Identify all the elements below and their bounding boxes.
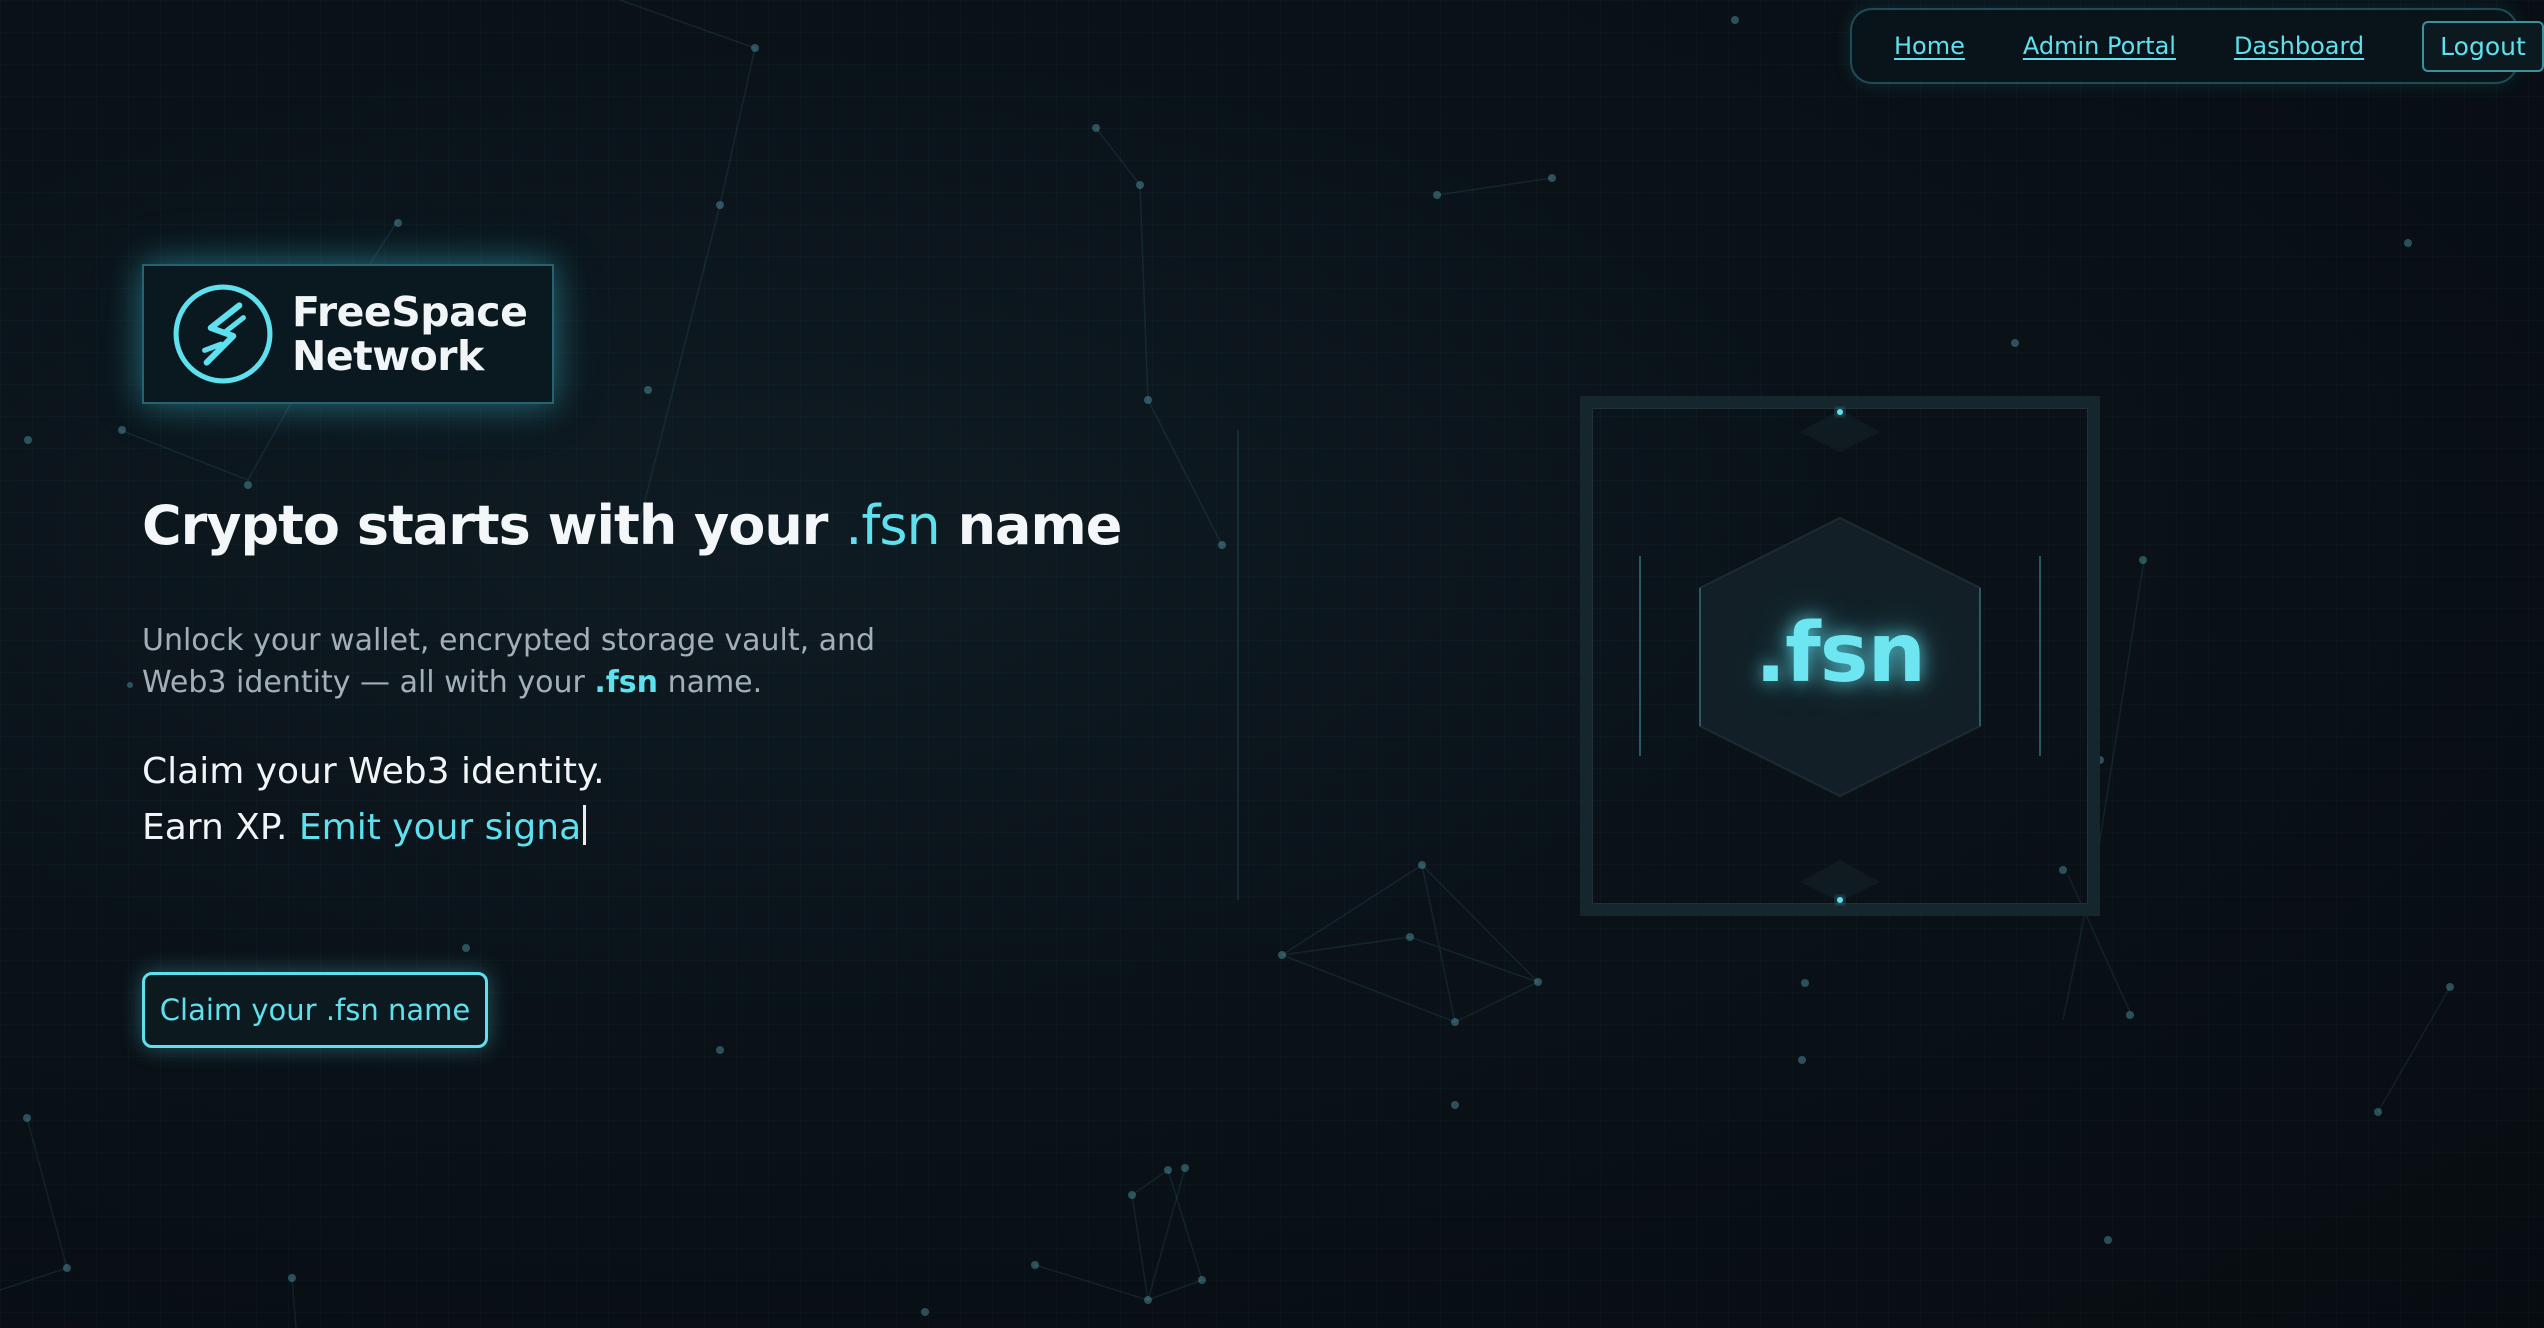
hero-title-accent: .fsn	[845, 494, 941, 557]
top-nav: Home Admin Portal Dashboard Logout	[1850, 8, 2544, 84]
hero-subtitle: Unlock your wallet, encrypted storage va…	[142, 620, 902, 704]
nav-home-link[interactable]: Home	[1894, 32, 1965, 60]
tagline-line2: Earn XP. Emit your signa	[142, 800, 605, 856]
claim-fsn-name-button[interactable]: Claim your .fsn name	[142, 972, 488, 1048]
typing-caret	[583, 805, 587, 845]
fsn-graphic-label: .fsn	[1754, 606, 1926, 701]
logout-button[interactable]: Logout	[2422, 20, 2544, 72]
brand-name-line2: Network	[292, 332, 484, 380]
hero-subtitle-part1: Unlock your wallet, encrypted storage va…	[142, 623, 876, 700]
hero-title-prefix: Crypto starts with your	[142, 494, 828, 557]
freespace-network-logo-icon	[173, 284, 273, 384]
tagline-typing-text: Emit your signa	[298, 807, 582, 848]
hero-subtitle-part2: name.	[667, 665, 763, 700]
brand-logo: FreeSpace Network	[142, 264, 554, 404]
hero-title-suffix: name	[957, 494, 1123, 557]
hero-subtitle-accent: .fsn	[594, 665, 659, 700]
brand-name-line1: FreeSpace	[292, 288, 528, 336]
nav-admin-portal-link[interactable]: Admin Portal	[2023, 32, 2176, 60]
tagline-line1: Claim your Web3 identity.	[142, 751, 605, 792]
nav-dashboard-link[interactable]: Dashboard	[2234, 32, 2364, 60]
tagline-block: Claim your Web3 identity. Earn XP. Emit …	[142, 744, 605, 856]
brand-name: FreeSpace Network	[292, 288, 528, 380]
hero-title: Crypto starts with your .fsn name	[142, 494, 1123, 557]
tagline-line2-prefix: Earn XP.	[142, 807, 288, 848]
